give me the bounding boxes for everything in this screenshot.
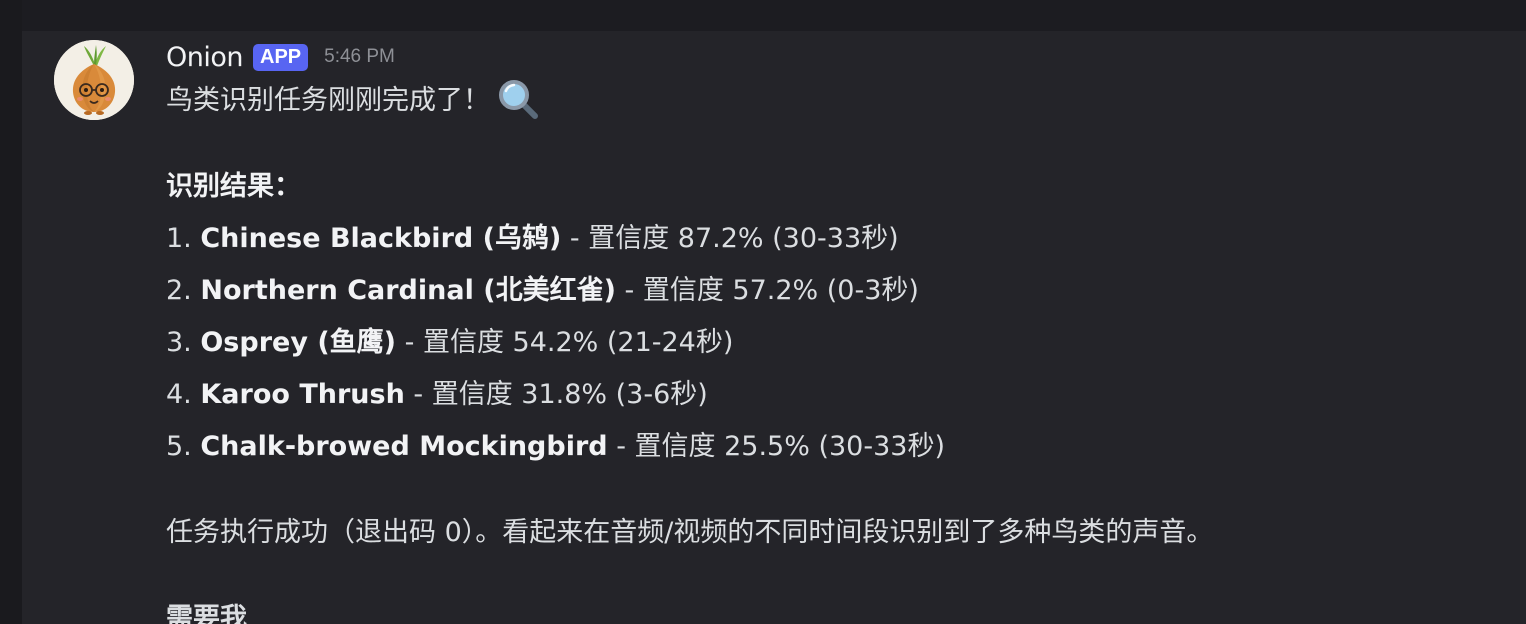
result-item: 5. Chalk-browed Mockingbird - 置信度 25.5% …: [166, 421, 1506, 473]
result-bird-name: Northern Cardinal (北美红雀): [200, 275, 616, 306]
result-detail: - 置信度 31.8% (3-6秒): [404, 379, 708, 410]
result-bird-name: Karoo Thrush: [200, 379, 405, 410]
summary-text: 任务执行成功（退出码 0）。看起来在音频/视频的不同时间段识别到了多种鸟类的声音…: [166, 517, 1214, 548]
result-detail: - 置信度 25.5% (30-33秒): [607, 431, 945, 462]
message-content: Onion APP 5:46 PM 鸟类识别任务刚刚完成了！ 识别结果： 1. …: [166, 39, 1506, 624]
result-index: 3.: [166, 327, 192, 358]
result-detail: - 置信度 87.2% (30-33秒): [561, 223, 899, 254]
magnifier-icon: [496, 77, 540, 121]
intro-line: 鸟类识别任务刚刚完成了！: [166, 75, 1506, 127]
result-bird-name: Chinese Blackbird (乌鸫): [200, 223, 562, 254]
result-detail: - 置信度 54.2% (21-24秒): [396, 327, 734, 358]
result-bird-name: Osprey (鱼鹰): [200, 327, 397, 358]
result-index: 1.: [166, 223, 192, 254]
trailing-partial-text: 需要我: [166, 603, 247, 624]
app-badge: APP: [253, 43, 309, 71]
timestamp[interactable]: 5:46 PM: [324, 46, 395, 68]
message-body: 鸟类识别任务刚刚完成了！ 识别结果： 1. Chinese Blackbird …: [166, 75, 1506, 624]
avatar[interactable]: [54, 40, 134, 120]
result-index: 4.: [166, 379, 192, 410]
result-bird-name: Chalk-browed Mockingbird: [200, 431, 608, 462]
message-list[interactable]: Onion APP 5:46 PM 鸟类识别任务刚刚完成了！ 识别结果： 1. …: [22, 31, 1526, 624]
result-detail: - 置信度 57.2% (0-3秒): [615, 275, 919, 306]
results-heading: 识别结果：: [166, 171, 301, 202]
result-item: 1. Chinese Blackbird (乌鸫) - 置信度 87.2% (3…: [166, 213, 1506, 265]
onion-avatar-icon: [54, 40, 134, 120]
intro-text: 鸟类识别任务刚刚完成了！: [166, 85, 490, 116]
chat-window: Onion APP 5:46 PM 鸟类识别任务刚刚完成了！ 识别结果： 1. …: [0, 0, 1526, 624]
username[interactable]: Onion: [166, 42, 244, 73]
left-sidebar-edge: [0, 0, 22, 624]
top-bar: [22, 0, 1526, 32]
result-item: 2. Northern Cardinal (北美红雀) - 置信度 57.2% …: [166, 265, 1506, 317]
result-index: 2.: [166, 275, 192, 306]
result-item: 4. Karoo Thrush - 置信度 31.8% (3-6秒): [166, 369, 1506, 421]
message-header: Onion APP 5:46 PM: [166, 39, 1506, 75]
result-item: 3. Osprey (鱼鹰) - 置信度 54.2% (21-24秒): [166, 317, 1506, 369]
result-index: 5.: [166, 431, 192, 462]
